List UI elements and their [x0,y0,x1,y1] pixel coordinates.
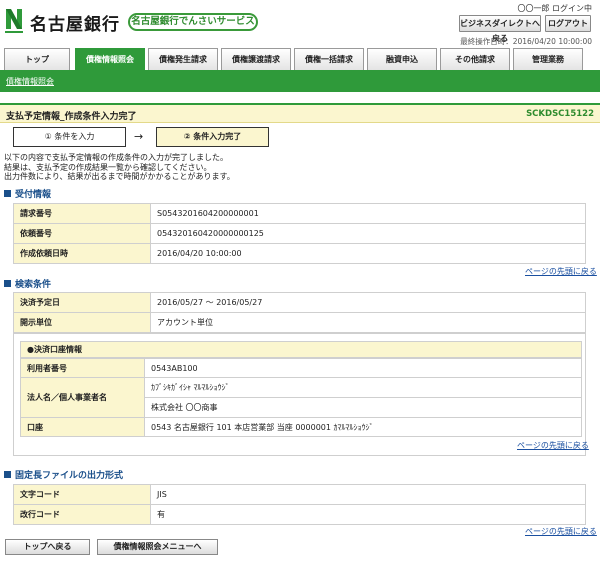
sub-navigation: 債権情報照会 [0,70,600,92]
section-title-fixed-file: 固定長ファイルの出力形式 [4,468,123,481]
claim-inquiry-menu-button[interactable]: 債権情報照会メニューへ [97,539,218,555]
company-name-kana: ｶﾌﾞｼｷｶﾞｲｼｬ ﾏﾙﾏﾙｼｮｳｼﾞ [144,377,582,398]
login-user-status: 〇〇一郎 ログイン中 [517,4,592,13]
page-top-link[interactable]: ページの先頭に戻る [525,266,597,277]
settlement-date-value: 2016/05/27 ～ 2016/05/27 [150,292,586,313]
last-operation-time: 最終操作日時：2016/04/20 10:00:00 [460,37,592,46]
order-number-value: 054320160420000000125 [150,223,586,244]
settlement-account-heading: ●決済口座情報 [20,341,582,358]
tab-top[interactable]: トップ [4,48,70,70]
created-datetime-value: 2016/04/20 10:00:00 [150,243,586,264]
request-number-value: S0543201604200000001 [150,203,586,224]
main-tabs: トップ 債権情報照会 債権発生請求 債権譲渡請求 債権一括請求 融資申込 その他… [4,48,596,70]
back-to-bizdirect-button[interactable]: ビジネスダイレクトへ戻る [459,15,541,43]
bank-name: 名古屋銀行 [30,15,120,35]
table-row: 改行コード 有 [13,504,586,525]
fixed-file-table: 文字コード JIS 改行コード 有 [13,484,586,525]
row-label: 改行コード [13,504,151,525]
tab-other-requests[interactable]: その他請求 [440,48,510,70]
subnav-link-claim-inquiry[interactable]: 債権情報照会 [6,76,54,87]
bank-logo-icon [5,9,23,33]
message-line: 以下の内容で支払予定情報の作成条件の入力が完了しました。 [4,153,228,162]
row-label: 口座 [20,417,145,437]
user-number-value: 0543AB100 [144,358,582,378]
step-conditions-complete: ② 条件入力完了 [156,127,269,147]
message-line: 出力件数により、結果が出るまで時間がかかることがあります。 [4,172,235,181]
section-title-search: 検索条件 [4,277,51,290]
table-row: 利用者番号 0543AB100 [20,358,582,378]
page-title-bar: 支払予定情報_作成条件入力完了 SCKDSC15122 [0,105,600,123]
row-label: 文字コード [13,484,151,505]
row-label: 決済予定日 [13,292,151,313]
back-to-top-button[interactable]: トップへ戻る [5,539,90,555]
table-row: 決済予定日 2016/05/27 ～ 2016/05/27 [13,292,586,313]
section-title-reception: 受付情報 [4,187,51,200]
reception-table: 請求番号 S0543201604200000001 依頼番号 054320160… [13,203,586,264]
tab-claim-transfer[interactable]: 債権譲渡請求 [221,48,291,70]
row-label: 依頼番号 [13,223,151,244]
row-label: 作成依頼日時 [13,243,151,264]
tab-claim-issue[interactable]: 債権発生請求 [148,48,218,70]
table-row: 作成依頼日時 2016/04/20 10:00:00 [13,243,586,264]
tab-loan-application[interactable]: 融資申込 [367,48,437,70]
step-arrow: → [134,130,144,143]
account-value: 0543 名古屋銀行 101 本店営業部 当座 0000001 ｶﾏﾙﾏﾙｼｮｳ… [144,417,582,437]
table-row: 文字コード JIS [13,484,586,505]
company-name-kanji: 株式会社 〇〇商事 [144,397,582,418]
completion-message: 以下の内容で支払予定情報の作成条件の入力が完了しました。 結果は、支払予定の作成… [4,153,235,182]
row-label: 法人名／個人事業者名 [20,377,145,418]
table-row: 口座 0543 名古屋銀行 101 本店営業部 当座 0000001 ｶﾏﾙﾏﾙ… [20,417,582,437]
disclosure-unit-value: アカウント単位 [150,312,586,333]
tab-claim-inquiry[interactable]: 債権情報照会 [75,48,145,70]
screen-id: SCKDSC15122 [526,109,594,119]
logout-button[interactable]: ログアウト [545,15,591,32]
table-row: 依頼番号 054320160420000000125 [13,223,586,244]
table-row: 請求番号 S0543201604200000001 [13,203,586,224]
newline-code-value: 有 [150,504,586,525]
tab-admin[interactable]: 管理業務 [513,48,583,70]
char-code-value: JIS [150,484,586,505]
page-title: 支払予定情報_作成条件入力完了 [6,112,137,122]
row-label: 請求番号 [13,203,151,224]
table-row: 開示単位 アカウント単位 [13,312,586,333]
settlement-account-table: 利用者番号 0543AB100 法人名／個人事業者名 ｶﾌﾞｼｷｶﾞｲｼｬ ﾏﾙ… [20,358,582,437]
page-top-link[interactable]: ページの先頭に戻る [525,526,597,537]
row-label: 開示単位 [13,312,151,333]
row-label: 利用者番号 [20,358,145,378]
service-name-badge: 名古屋銀行でんさいサービス [128,13,258,31]
page-top-link[interactable]: ページの先頭に戻る [517,440,589,451]
search-table: 決済予定日 2016/05/27 ～ 2016/05/27 開示単位 アカウント… [13,292,586,333]
step-enter-conditions: ① 条件を入力 [13,127,126,147]
message-line: 結果は、支払予定の作成結果一覧から確認してください。 [4,162,212,172]
table-row: 法人名／個人事業者名 ｶﾌﾞｼｷｶﾞｲｼｬ ﾏﾙﾏﾙｼｮｳｼﾞ [20,377,582,418]
tab-batch-request[interactable]: 債権一括請求 [294,48,364,70]
